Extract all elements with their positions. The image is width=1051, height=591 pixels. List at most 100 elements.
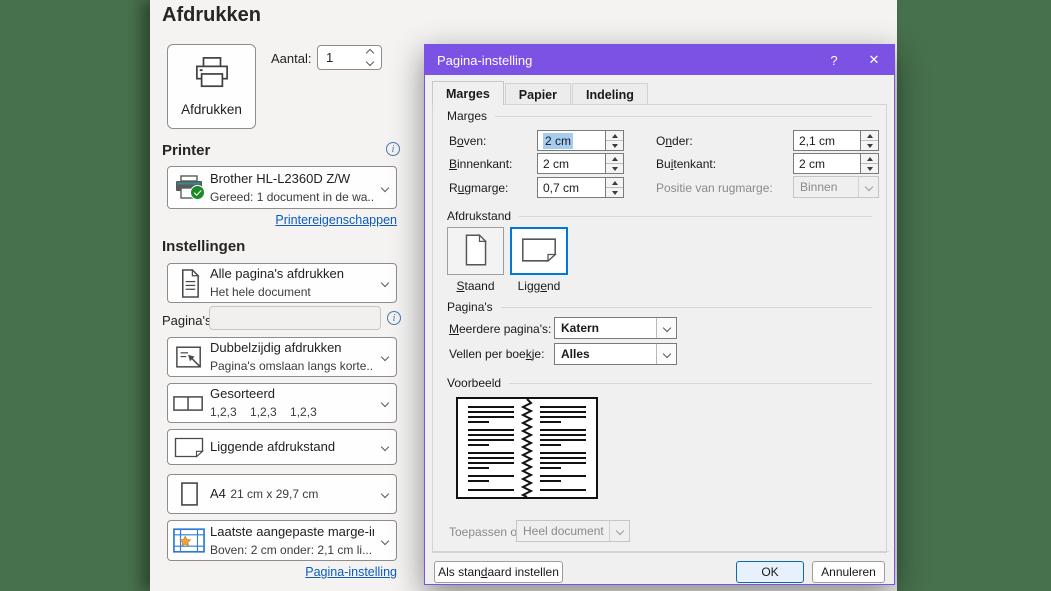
sheets-per-booklet-select[interactable]: Alles: [554, 343, 677, 365]
landscape-page-icon: [521, 237, 557, 266]
chevron-down-icon: [374, 442, 396, 452]
print-range-dropdown[interactable]: Alle pagina's afdrukken Het hele documen…: [167, 263, 397, 303]
print-button-label: Afdrukken: [181, 102, 242, 117]
spin-up-icon[interactable]: [606, 178, 623, 187]
group-label: Pagina's: [447, 300, 493, 314]
chevron-down-icon: [374, 352, 396, 362]
portrait-page-icon: [463, 233, 489, 270]
set-as-default-button[interactable]: Als standaard instellen: [434, 561, 563, 583]
dropdown-title: Dubbelzijdig afdrukken: [210, 340, 342, 355]
preview-group-heading: Voorbeeld: [447, 376, 872, 390]
top-margin-label: Boven:: [449, 134, 487, 148]
margins-dropdown[interactable]: Laatste aangepaste marge-in... Boven: 2 …: [167, 520, 397, 561]
apply-to-value: Heel document: [523, 524, 604, 538]
apply-to-select: Heel document: [516, 520, 630, 542]
dropdown-title: Liggende afdrukstand: [210, 439, 336, 454]
dropdown-subtitle: 1,2,3 1,2,3 1,2,3: [210, 405, 317, 419]
page-setup-dialog: Pagina-instelling ? ✕ Marges Papier Inde…: [424, 44, 895, 585]
ok-button[interactable]: OK: [736, 561, 804, 583]
printer-section-heading: Printer: [162, 142, 211, 159]
portrait-tile-label: Staand: [456, 279, 495, 293]
spin-up-icon[interactable]: [606, 131, 623, 140]
landscape-page-icon: [168, 436, 210, 459]
margins-tab-content: Marges Boven: 2 cm Onder: 2,1 cm Binnenk…: [425, 45, 894, 584]
chevron-down-icon: [374, 183, 396, 192]
duplex-icon: [168, 345, 210, 370]
printer-status: Gereed: 1 document in de wa...: [210, 189, 374, 204]
printer-name: Brother HL-L2360D Z/W: [210, 170, 351, 186]
tab-marges[interactable]: Marges: [432, 81, 504, 105]
gutter-position-select: Binnen: [793, 176, 879, 198]
all-pages-icon: [168, 268, 210, 298]
dropdown-title: Gesorteerd: [210, 386, 276, 401]
gutter-margin-spinner[interactable]: [606, 177, 624, 198]
inside-margin-input[interactable]: 2 cm: [537, 153, 606, 174]
gutter-margin-input[interactable]: 0,7 cm: [537, 177, 606, 198]
gutter-position-value: Binnen: [800, 180, 838, 194]
chevron-down-icon: [374, 489, 396, 499]
multiple-pages-select[interactable]: Katern: [554, 317, 677, 339]
duplex-dropdown[interactable]: Dubbelzijdig afdrukken Pagina's omslaan …: [167, 337, 397, 377]
top-margin-value: 2 cm: [543, 132, 574, 149]
chevron-down-icon: [656, 318, 676, 338]
chevron-up-icon: [365, 48, 375, 58]
dropdown-subtitle: Het hele document: [210, 285, 311, 299]
button-row-divider: [432, 551, 889, 552]
outside-margin-input[interactable]: 2 cm: [793, 153, 861, 174]
chevron-down-icon: [656, 344, 676, 364]
chevron-down-icon: [374, 398, 396, 408]
top-margin-spinner[interactable]: [606, 130, 624, 151]
chevron-down-icon: [374, 278, 396, 288]
landscape-tile-label: Liggend: [517, 279, 561, 293]
portrait-tile[interactable]: [447, 227, 504, 275]
inside-margin-spinner[interactable]: [606, 153, 624, 174]
chevron-down-icon: [609, 521, 629, 541]
bottom-margin-input[interactable]: 2,1 cm: [793, 130, 861, 151]
bottom-margin-spinner[interactable]: [861, 130, 879, 151]
spin-down-icon[interactable]: [861, 163, 878, 173]
printer-ready-check-icon: [190, 185, 205, 200]
copies-stepper[interactable]: 1: [317, 45, 382, 70]
gutter-position-label: Positie van rugmarge:: [656, 181, 773, 195]
paper-size-dropdown[interactable]: A4 21 cm x 29,7 cm: [167, 474, 397, 514]
spin-up-icon[interactable]: [861, 131, 878, 140]
gutter-margin-value: 0,7 cm: [543, 180, 580, 195]
gutter-margin-label: Rugmarge:: [449, 181, 509, 195]
collation-dropdown[interactable]: Gesorteerd 1,2,3 1,2,3 1,2,3: [167, 383, 397, 423]
dropdown-title: A4: [210, 486, 226, 501]
bottom-margin-value: 2,1 cm: [799, 133, 836, 148]
spin-down-icon[interactable]: [606, 163, 623, 173]
dropdown-title: Alle pagina's afdrukken: [210, 266, 345, 281]
dropdown-subtitle: Pagina's omslaan langs korte...: [210, 359, 374, 373]
page-setup-link[interactable]: Pagina-instelling: [167, 565, 397, 579]
pages-range-label: Pagina's:: [162, 313, 216, 328]
outside-margin-spinner[interactable]: [861, 153, 879, 174]
copies-stepper-arrows[interactable]: [363, 48, 381, 67]
spin-down-icon[interactable]: [606, 140, 623, 150]
printer-device-icon: [168, 175, 210, 200]
dropdown-title: Laatste aangepaste marge-in...: [210, 523, 374, 539]
spin-down-icon[interactable]: [861, 140, 878, 150]
booklet-preview-image: [456, 397, 598, 502]
pages-range-input[interactable]: [209, 306, 381, 330]
cancel-button[interactable]: Annuleren: [812, 561, 885, 583]
settings-section-heading: Instellingen: [162, 238, 246, 255]
print-button[interactable]: Afdrukken: [167, 44, 256, 129]
collated-icon: [168, 394, 210, 413]
spin-up-icon[interactable]: [861, 154, 878, 163]
printer-info-icon[interactable]: i: [386, 142, 400, 156]
page-title: Afdrukken: [162, 4, 261, 26]
dropdown-subtitle: 21 cm x 29,7 cm: [230, 487, 319, 501]
top-margin-input[interactable]: 2 cm: [537, 130, 606, 151]
copies-label: Aantal:: [271, 51, 312, 66]
multiple-pages-label: Meerdere pagina's:: [449, 322, 552, 336]
printer-selector[interactable]: Brother HL-L2360D Z/W Gereed: 1 document…: [167, 166, 397, 209]
spin-down-icon[interactable]: [606, 187, 623, 197]
orientation-dropdown[interactable]: Liggende afdrukstand: [167, 429, 397, 465]
dropdown-subtitle: Boven: 2 cm onder: 2,1 cm li...: [210, 542, 373, 557]
pages-info-icon[interactable]: i: [387, 311, 401, 325]
spin-up-icon[interactable]: [606, 154, 623, 163]
printer-properties-link[interactable]: Printereigenschappen: [167, 213, 397, 227]
inside-margin-value: 2 cm: [543, 156, 570, 171]
landscape-tile[interactable]: [510, 227, 568, 275]
